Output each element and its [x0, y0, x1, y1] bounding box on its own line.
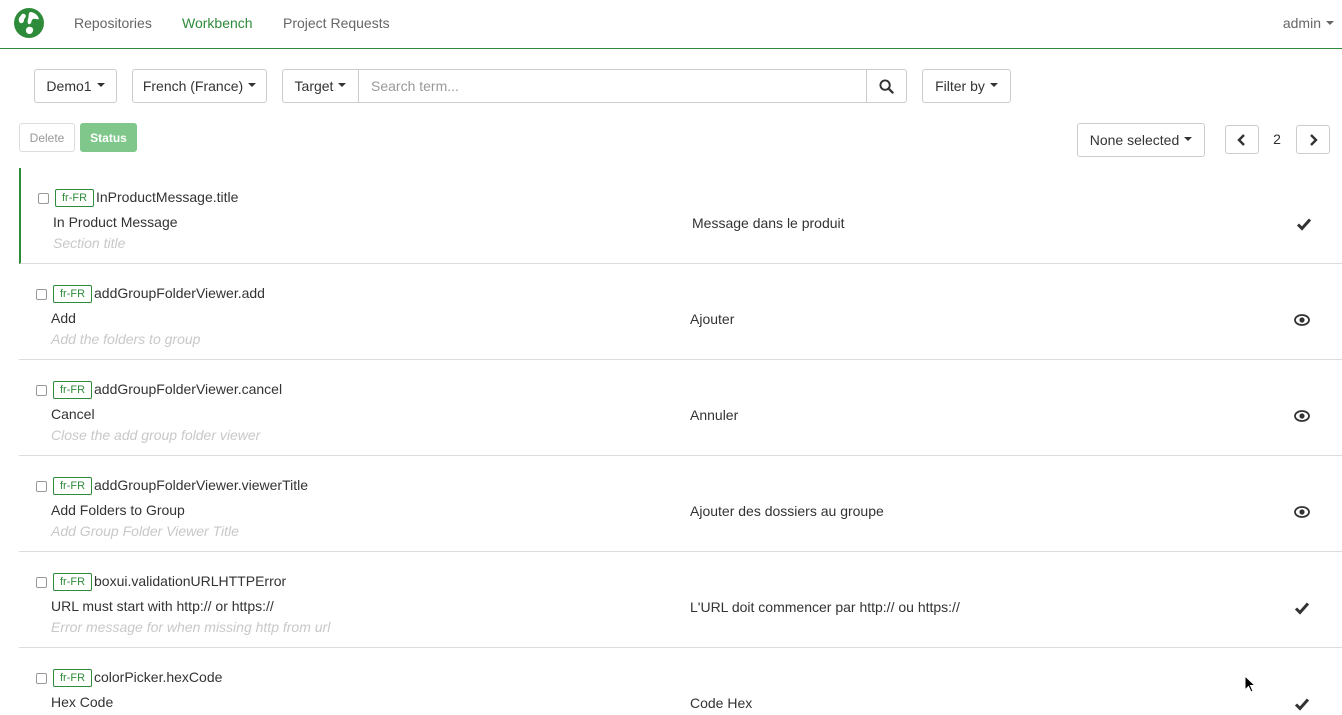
caret-down-icon	[96, 83, 105, 87]
caret-down-icon	[1326, 21, 1334, 26]
string-key: addGroupFolderViewer.add	[94, 285, 265, 301]
user-menu[interactable]: admin	[1283, 15, 1334, 31]
mouse-cursor-icon	[1244, 675, 1256, 693]
search-target-dropdown[interactable]: Target	[282, 69, 359, 103]
list-item[interactable]: fr-FR addGroupFolderViewer.add Add Add t…	[19, 264, 1342, 360]
source-text: Add	[51, 310, 76, 326]
search-group: Target	[282, 69, 907, 103]
list-item[interactable]: fr-FR colorPicker.hexCode Hex Code Code …	[19, 648, 1342, 715]
eye-icon[interactable]	[1294, 504, 1310, 520]
locale-badge: fr-FR	[53, 573, 93, 591]
selection-label: None selected	[1089, 132, 1180, 148]
user-name: admin	[1282, 15, 1321, 31]
eye-icon[interactable]	[1294, 312, 1310, 328]
status-button[interactable]: Status	[80, 123, 137, 152]
list-item[interactable]: fr-FR addGroupFolderViewer.cancel Cancel…	[19, 360, 1342, 456]
comment-text: Add Group Folder Viewer Title	[51, 523, 239, 539]
string-key: addGroupFolderViewer.viewerTitle	[94, 477, 308, 493]
string-key: addGroupFolderViewer.cancel	[94, 381, 283, 397]
search-button[interactable]	[867, 69, 907, 103]
page-number: 2	[1273, 131, 1281, 147]
nav-repositories[interactable]: Repositories	[74, 15, 152, 31]
string-key: boxui.validationURLHTTPError	[94, 573, 287, 589]
source-text: Add Folders to Group	[51, 502, 185, 518]
row-checkbox[interactable]	[36, 673, 47, 684]
check-icon[interactable]	[1294, 600, 1310, 616]
caret-down-icon	[338, 83, 347, 87]
locale-badge: fr-FR	[53, 477, 93, 495]
caret-down-icon	[989, 83, 998, 87]
row-checkbox[interactable]	[36, 385, 47, 396]
locale-badge: fr-FR	[53, 285, 93, 303]
comment-text: Close the add group folder viewer	[51, 427, 261, 443]
target-text[interactable]: Annuler	[690, 407, 738, 423]
string-key: colorPicker.hexCode	[94, 669, 223, 685]
list-item[interactable]: fr-FR boxui.validationURLHTTPError URL m…	[19, 552, 1342, 648]
target-text[interactable]: Code Hex	[690, 695, 752, 711]
target-text[interactable]: Message dans le produit	[692, 215, 845, 231]
caret-down-icon	[248, 83, 257, 87]
comment-text: Add the folders to group	[51, 331, 201, 347]
chevron-left-icon	[1237, 133, 1245, 146]
chevron-right-icon	[1310, 133, 1318, 146]
target-text[interactable]: Ajouter des dossiers au groupe	[690, 503, 884, 519]
row-checkbox[interactable]	[36, 481, 47, 492]
navbar: Repositories Workbench Project Requests …	[0, 0, 1342, 49]
globe-logo-icon[interactable]	[13, 7, 45, 39]
check-icon[interactable]	[1296, 216, 1312, 232]
row-checkbox[interactable]	[36, 289, 47, 300]
caret-down-icon	[1184, 137, 1193, 141]
delete-button[interactable]: Delete	[19, 123, 75, 152]
selection-dropdown[interactable]: None selected	[1077, 123, 1205, 157]
source-text: URL must start with http:// or https://	[51, 598, 274, 614]
locale-badge: fr-FR	[53, 669, 93, 687]
list-item[interactable]: fr-FR InProductMessage.title In Product …	[19, 168, 1342, 264]
source-text: Cancel	[51, 406, 95, 422]
locale-badge: fr-FR	[53, 381, 93, 399]
locale-badge: fr-FR	[55, 189, 95, 207]
source-text: Hex Code	[51, 694, 114, 710]
eye-icon[interactable]	[1294, 408, 1310, 424]
string-key: InProductMessage.title	[96, 189, 239, 205]
source-text: In Product Message	[53, 214, 178, 230]
row-checkbox[interactable]	[38, 193, 49, 204]
search-input[interactable]	[359, 69, 867, 103]
check-icon[interactable]	[1294, 696, 1310, 712]
comment-text: Error message for when missing http from…	[51, 619, 331, 635]
row-checkbox[interactable]	[36, 577, 47, 588]
filter-by-label: Filter by	[935, 78, 985, 94]
locale-label: French (France)	[142, 78, 244, 94]
target-text[interactable]: L'URL doit commencer par http:// ou http…	[690, 599, 960, 615]
target-text[interactable]: Ajouter	[690, 311, 734, 327]
repository-dropdown[interactable]: Demo1	[34, 69, 117, 103]
nav-workbench[interactable]: Workbench	[182, 15, 253, 31]
search-icon	[879, 78, 894, 94]
repository-label: Demo1	[46, 78, 92, 94]
locale-dropdown[interactable]: French (France)	[132, 69, 267, 103]
next-page-button[interactable]	[1296, 125, 1330, 154]
nav-project-requests[interactable]: Project Requests	[283, 15, 390, 31]
filter-by-dropdown[interactable]: Filter by	[922, 69, 1011, 103]
previous-page-button[interactable]	[1225, 125, 1259, 154]
search-target-label: Target	[294, 78, 334, 94]
list-item[interactable]: fr-FR addGroupFolderViewer.viewerTitle A…	[19, 456, 1342, 552]
comment-text: Section title	[53, 235, 126, 251]
